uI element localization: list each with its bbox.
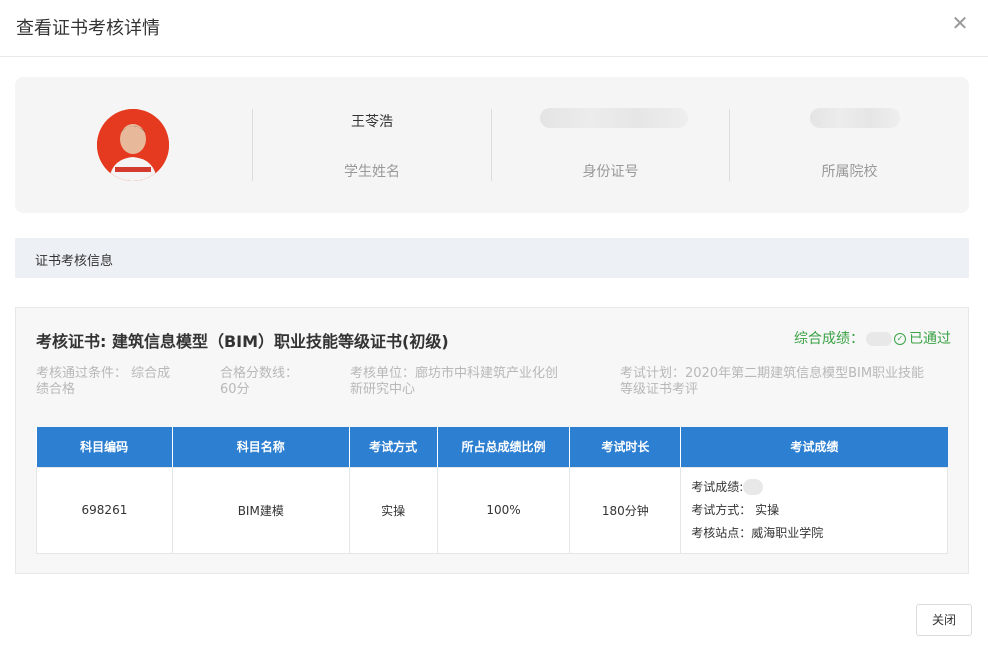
exam-method: 实操 (348, 466, 438, 554)
table-row: 698261 BIM建模 实操 100% 180分钟 考试成绩: 考试方式： 实… (36, 466, 948, 554)
pass-condition: 考核通过条件： 综合成 绩合格 (36, 366, 196, 398)
column-header: 科目名称 (172, 427, 350, 467)
student-name-label: 学生姓名 (344, 164, 400, 180)
school-redacted (810, 108, 900, 128)
section-title: 证书考核信息 (35, 254, 114, 269)
score-redacted (866, 332, 892, 346)
pass-score-line: 合格分数线： (220, 366, 299, 381)
result-score-label: 考试成绩: (691, 479, 744, 494)
column-header: 考试方式 (349, 427, 438, 467)
section-header: 证书考核信息 (15, 238, 969, 278)
pass-score-line: 60分 (220, 382, 250, 397)
student-profile-card: 王苓浩 学生姓名 身份证号 所属院校 (15, 77, 969, 213)
overall-score: 综合成绩： ✓ 已通过 (794, 328, 951, 348)
overall-score-label: 综合成绩： (794, 331, 864, 347)
school-label: 所属院校 (821, 164, 878, 180)
pass-condition-line: 绩合格 (36, 382, 76, 397)
certificate-name: 考核证书: 建筑信息模型（BIM）职业技能等级证书(初级) (36, 332, 449, 351)
exam-plan: 考试计划：2020年第二期建筑信息模型BIM职业技能 等级证书考评 (620, 366, 950, 398)
close-button[interactable]: 关闭 (916, 604, 972, 636)
check-circle-icon: ✓ (894, 333, 906, 345)
exam-duration: 180分钟 (569, 466, 682, 554)
assessment-unit-line: 新研究中心 (350, 382, 416, 397)
assessment-unit: 考核单位：廊坊市中科建筑产业化创 新研究中心 (350, 366, 590, 398)
column-header: 考试时长 (569, 427, 682, 467)
result-site-line: 考核站点：威海职业学院 (691, 525, 824, 540)
avatar (97, 109, 169, 181)
modal-header: 查看证书考核详情 ✕ (0, 0, 988, 57)
modal-title: 查看证书考核详情 (16, 18, 160, 39)
result-score-redacted (743, 479, 764, 495)
id-number-label: 身份证号 (582, 164, 639, 180)
subject-code: 698261 (36, 466, 173, 554)
close-icon[interactable]: ✕ (950, 13, 970, 33)
column-header: 所占总成绩比例 (437, 427, 571, 467)
table-header-row: 科目编码 科目名称 考试方式 所占总成绩比例 考试时长 考试成绩 (36, 427, 948, 467)
assessment-unit-line: 考核单位：廊坊市中科建筑产业化创 (350, 366, 559, 381)
subject-name: BIM建模 (171, 466, 350, 554)
certificate-detail-modal: 查看证书考核详情 ✕ 王苓浩 学生姓名 身份证号 所属院校 证书考核信息 考核证… (0, 0, 988, 655)
column-header: 考试成绩 (680, 427, 948, 467)
score-ratio: 100% (436, 466, 571, 554)
id-number-redacted (540, 108, 688, 128)
subjects-table: 科目编码 科目名称 考试方式 所占总成绩比例 考试时长 考试成绩 698261 … (36, 427, 948, 554)
pass-condition-line: 考核通过条件： 综合成 (36, 366, 171, 381)
exam-plan-line: 等级证书考评 (620, 382, 699, 397)
result-score-line: 考试成绩: (691, 476, 947, 499)
result-method-line: 考试方式： 实操 (691, 502, 780, 517)
student-name: 王苓浩 (351, 114, 393, 130)
pass-score: 合格分数线： 60分 (220, 366, 330, 398)
exam-plan-line: 考试计划：2020年第二期建筑信息模型BIM职业技能 (620, 366, 925, 381)
column-header: 科目编码 (36, 427, 173, 467)
exam-result: 考试成绩: 考试方式： 实操 考核站点：威海职业学院 (680, 466, 948, 554)
certificate-card: 考核证书: 建筑信息模型（BIM）职业技能等级证书(初级) 综合成绩： ✓ 已通过 … (15, 307, 969, 574)
status-badge: 已通过 (909, 331, 951, 347)
